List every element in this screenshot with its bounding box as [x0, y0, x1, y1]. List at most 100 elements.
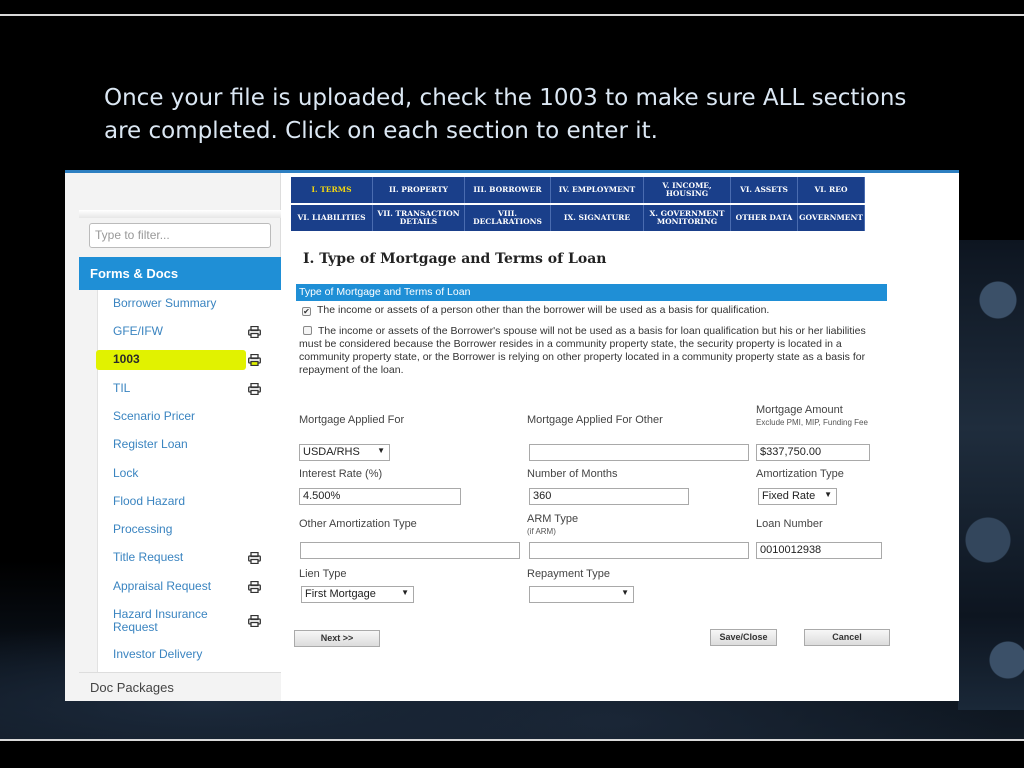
- nav-item-label: Lock: [113, 466, 139, 480]
- mortgage-amount-input[interactable]: $337,750.00: [756, 444, 870, 461]
- section-tabs: I. TERMS II. PROPERTY III. BORROWER IV. …: [291, 177, 895, 233]
- interest-rate-input[interactable]: 4.500%: [299, 488, 461, 505]
- mortgage-applied-other-label: Mortgage Applied For Other: [527, 414, 663, 426]
- nav-item-label: 1003: [113, 352, 140, 366]
- printer-icon[interactable]: [248, 551, 261, 565]
- tab-borrower[interactable]: III. BORROWER: [465, 177, 551, 203]
- printer-icon[interactable]: [248, 614, 261, 628]
- tab-assets[interactable]: VI. ASSETS: [731, 177, 798, 203]
- number-of-months-label: Number of Months: [527, 468, 618, 480]
- tab-declarations[interactable]: VIII. DECLARATIONS: [465, 205, 551, 231]
- nav-item-til[interactable]: TIL: [98, 382, 282, 402]
- form-section-bar: Type of Mortgage and Terms of Loan: [296, 284, 887, 301]
- lien-type-select[interactable]: First Mortgage ▼: [301, 586, 414, 603]
- tab-property[interactable]: II. PROPERTY: [373, 177, 465, 203]
- nav-item-scenario-pricer[interactable]: Scenario Pricer: [98, 410, 282, 430]
- sidebar-top-bar: [79, 210, 281, 218]
- tab-terms[interactable]: I. TERMS: [291, 177, 373, 203]
- nav-item-label: Scenario Pricer: [113, 409, 196, 423]
- filter-input[interactable]: Type to filter...: [89, 223, 271, 248]
- nav-item-lock[interactable]: Lock: [98, 467, 282, 487]
- other-amortization-input[interactable]: [300, 542, 520, 559]
- loan-number-label: Loan Number: [756, 518, 823, 530]
- arm-type-label: ARM Type (if ARM): [527, 513, 578, 538]
- select-value: Fixed Rate: [762, 490, 816, 502]
- nav-item-label: GFE/IFW: [113, 324, 163, 338]
- mortgage-amount-label-text: Mortgage Amount: [756, 404, 843, 416]
- interest-rate-label: Interest Rate (%): [299, 468, 383, 480]
- nav-item-borrower-summary[interactable]: Borrower Summary: [98, 297, 282, 317]
- select-value: USDA/RHS: [303, 446, 360, 458]
- mortgage-applied-other-input[interactable]: [529, 444, 749, 461]
- doc-packages-header[interactable]: Doc Packages: [79, 672, 281, 701]
- printer-icon[interactable]: [248, 353, 261, 367]
- sidebar: Type to filter... Forms & Docs Borrower …: [65, 173, 281, 701]
- select-value: First Mortgage: [305, 588, 376, 600]
- loan-number-input[interactable]: 0010012938: [756, 542, 882, 559]
- nav-item-label: Investor Delivery: [113, 647, 203, 661]
- nav-item-investor-delivery[interactable]: Investor Delivery: [98, 648, 282, 668]
- tab-signature[interactable]: IX. SIGNATURE: [551, 205, 644, 231]
- repayment-type-select[interactable]: ▼: [529, 586, 634, 603]
- nav-item-label: Register Loan: [113, 437, 188, 451]
- tab-government-monitoring[interactable]: X. GOVERNMENT MONITORING: [644, 205, 731, 231]
- printer-icon[interactable]: [248, 580, 261, 594]
- mortgage-amount-label: Mortgage Amount Exclude PMI, MIP, Fundin…: [756, 404, 886, 429]
- other-amortization-label: Other Amortization Type: [299, 518, 417, 530]
- printer-icon[interactable]: [248, 382, 261, 396]
- forms-docs-header[interactable]: Forms & Docs: [79, 257, 281, 290]
- amortization-type-label: Amortization Type: [756, 468, 844, 480]
- nav-item-label: Title Request: [113, 550, 184, 564]
- tab-reo[interactable]: VI. REO: [798, 177, 865, 203]
- nav-item-label: TIL: [113, 381, 131, 395]
- dropdown-arrow-icon: ▼: [824, 490, 832, 499]
- app-screenshot: Type to filter... Forms & Docs Borrower …: [65, 173, 959, 701]
- nav-item-appraisal-request[interactable]: Appraisal Request: [98, 580, 282, 600]
- tab-transaction-details[interactable]: VII. TRANSACTION DETAILS: [373, 205, 465, 231]
- tab-employment[interactable]: IV. EMPLOYMENT: [551, 177, 644, 203]
- mortgage-amount-sublabel: Exclude PMI, MIP, Funding Fee: [756, 418, 868, 427]
- checkbox-label: The income or assets of the Borrower's s…: [299, 325, 866, 376]
- bottom-rule: [0, 739, 1024, 741]
- cancel-button[interactable]: Cancel: [804, 629, 890, 646]
- nav-item-register-loan[interactable]: Register Loan: [98, 438, 282, 458]
- nav-item-title-request[interactable]: Title Request: [98, 551, 282, 571]
- arm-type-label-text: ARM Type: [527, 513, 579, 525]
- checkbox-row-other-person: ✔ The income or assets of a person other …: [302, 304, 882, 317]
- nav-item-label: Appraisal Request: [113, 579, 212, 593]
- next-button[interactable]: Next >>: [294, 630, 380, 647]
- lien-type-label: Lien Type: [299, 568, 347, 580]
- nav-item-hazard-insurance-request[interactable]: Hazard Insurance Request: [98, 608, 282, 636]
- nav-item-1003[interactable]: 1003: [96, 350, 261, 370]
- save-close-button[interactable]: Save/Close: [710, 629, 777, 646]
- checkbox-spouse[interactable]: [303, 326, 312, 335]
- dropdown-arrow-icon: ▼: [621, 588, 629, 597]
- arm-type-input[interactable]: [529, 542, 749, 559]
- mortgage-applied-for-select[interactable]: USDA/RHS ▼: [299, 444, 390, 461]
- dropdown-arrow-icon: ▼: [377, 446, 385, 455]
- nav-item-label: Flood Hazard: [113, 494, 186, 508]
- nav-item-label: Hazard Insurance Request: [113, 607, 208, 634]
- puzzle-side-image: [958, 240, 1024, 710]
- checkbox-label: The income or assets of a person other t…: [317, 304, 770, 316]
- nav-item-gfe-ifw[interactable]: GFE/IFW: [98, 325, 282, 345]
- tab-liabilities[interactable]: VI. LIABILITIES: [291, 205, 373, 231]
- section-title: I. Type of Mortgage and Terms of Loan: [303, 251, 607, 267]
- checkbox-other-person[interactable]: ✔: [302, 307, 311, 316]
- number-of-months-input[interactable]: 360: [529, 488, 689, 505]
- nav-item-label: Borrower Summary: [113, 296, 217, 310]
- top-rule: [0, 14, 1024, 16]
- tab-other-data[interactable]: OTHER DATA: [731, 205, 798, 231]
- nav-item-flood-hazard[interactable]: Flood Hazard: [98, 495, 282, 515]
- mortgage-applied-for-label: Mortgage Applied For: [299, 414, 405, 426]
- nav-item-label: Processing: [113, 522, 173, 536]
- printer-icon[interactable]: [248, 325, 261, 339]
- amortization-type-select[interactable]: Fixed Rate ▼: [758, 488, 837, 505]
- tab-income-housing[interactable]: V. INCOME, HOUSING: [644, 177, 731, 203]
- arm-type-sublabel: (if ARM): [527, 527, 556, 536]
- repayment-type-label: Repayment Type: [527, 568, 610, 580]
- checkbox-row-spouse: The income or assets of the Borrower's s…: [299, 325, 873, 377]
- dropdown-arrow-icon: ▼: [401, 588, 409, 597]
- tab-government[interactable]: GOVERNMENT: [798, 205, 865, 231]
- nav-item-processing[interactable]: Processing: [98, 523, 282, 543]
